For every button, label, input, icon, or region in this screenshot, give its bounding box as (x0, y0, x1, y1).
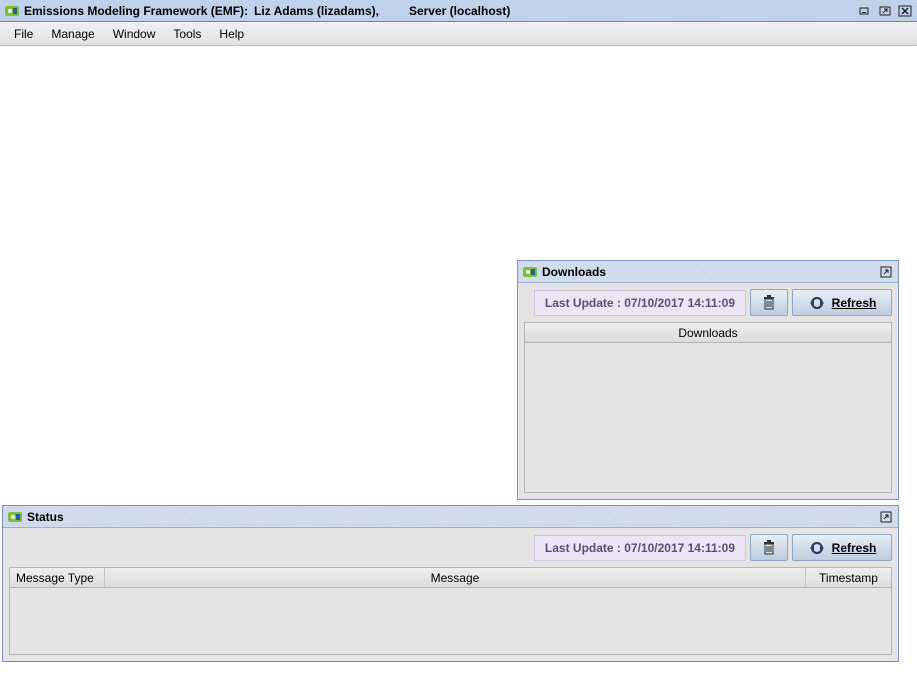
downloads-titlebar[interactable]: Downloads (518, 261, 898, 283)
window-user: Liz Adams (lizadams), (254, 4, 379, 18)
window-title-prefix: Emissions Modeling Framework (EMF): (24, 4, 248, 18)
downloads-title: Downloads (542, 265, 606, 279)
status-frame: Status Last Update : 07/10/2017 14:11:09 (2, 505, 899, 662)
status-table-body (10, 588, 891, 654)
status-refresh-button[interactable]: Refresh (792, 534, 892, 561)
refresh-icon (808, 295, 826, 311)
downloads-toolbar: Last Update : 07/10/2017 14:11:09 (518, 283, 898, 322)
status-table: Message Type Message Timestamp (9, 567, 892, 655)
downloads-delete-button[interactable] (750, 289, 788, 316)
refresh-icon (808, 540, 826, 556)
main-titlebar: Emissions Modeling Framework (EMF): Liz … (0, 0, 917, 22)
frame-icon (7, 509, 23, 525)
refresh-label: Refresh (832, 296, 877, 310)
status-col-message[interactable]: Message (105, 568, 806, 587)
maximize-icon[interactable] (878, 510, 894, 524)
menubar: File Manage Window Tools Help (0, 22, 917, 46)
downloads-table: Downloads (524, 322, 892, 493)
menu-file[interactable]: File (6, 24, 41, 44)
downloads-table-header: Downloads (525, 323, 891, 343)
menu-window[interactable]: Window (105, 24, 164, 44)
menu-manage[interactable]: Manage (43, 24, 102, 44)
status-toolbar: Last Update : 07/10/2017 14:11:09 (3, 528, 898, 567)
menu-tools[interactable]: Tools (165, 24, 209, 44)
downloads-frame: Downloads Last Update : 07/10/2017 14:11… (517, 260, 899, 500)
window-controls (857, 4, 913, 18)
frame-icon (522, 264, 538, 280)
trash-icon (762, 295, 776, 311)
status-title: Status (27, 510, 64, 524)
downloads-last-update: Last Update : 07/10/2017 14:11:09 (534, 290, 746, 316)
maximize-icon[interactable] (877, 4, 893, 18)
downloads-table-body (525, 343, 891, 492)
downloads-col[interactable]: Downloads (525, 323, 891, 342)
refresh-label: Refresh (832, 541, 877, 555)
window-server: Server (localhost) (409, 4, 510, 18)
mdi-desktop: Downloads Last Update : 07/10/2017 14:11… (0, 46, 917, 687)
app-icon (4, 3, 20, 19)
downloads-refresh-button[interactable]: Refresh (792, 289, 892, 316)
close-icon[interactable] (897, 4, 913, 18)
menu-help[interactable]: Help (211, 24, 252, 44)
maximize-icon[interactable] (878, 265, 894, 279)
status-table-header: Message Type Message Timestamp (10, 568, 891, 588)
status-titlebar[interactable]: Status (3, 506, 898, 528)
status-col-timestamp[interactable]: Timestamp (806, 568, 891, 587)
status-last-update: Last Update : 07/10/2017 14:11:09 (534, 535, 746, 561)
trash-icon (762, 540, 776, 556)
minimize-icon[interactable] (857, 4, 873, 18)
status-delete-button[interactable] (750, 534, 788, 561)
status-col-message-type[interactable]: Message Type (10, 568, 105, 587)
